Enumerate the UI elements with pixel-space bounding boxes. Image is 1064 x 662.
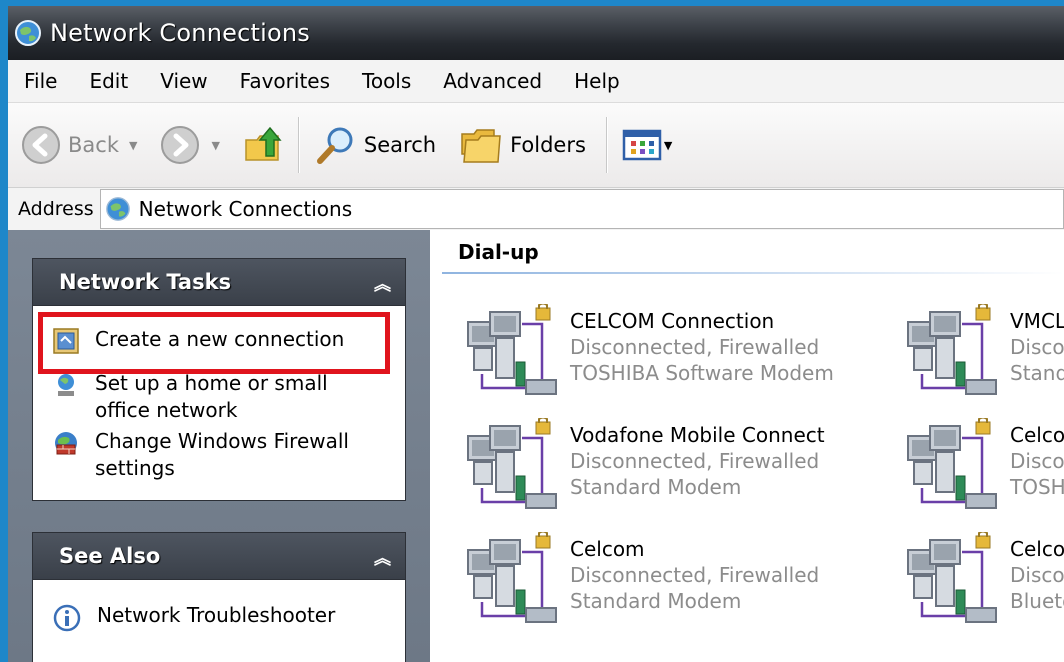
connection-name: Celcol [1010,423,1064,447]
connection-name: CELCOM Connection [570,309,775,333]
connection-name: Vodafone Mobile Connect [570,423,825,447]
address-bar: Address Network Connections [8,188,1064,231]
connection-item[interactable]: Celcol Discor TOSH [900,418,1064,514]
menu-bar: File Edit View Favorites Tools Advanced … [8,60,1064,103]
menu-help[interactable]: Help [558,69,636,93]
connection-item[interactable]: Celcol Discor Blueto [900,532,1064,628]
folders-icon [461,129,501,163]
back-label: Back [68,133,119,157]
task-label: Change Windows Firewall settings [95,429,349,480]
group-divider [442,272,1064,274]
connection-status: Discor [1010,563,1064,587]
see-also-label: Network Troubleshooter [97,603,336,627]
connection-status: Discor [1010,449,1064,473]
task-label: Set up a home or small office network [95,371,328,422]
task-home-network[interactable]: Set up a home or small office network [33,370,373,424]
network-tasks-panel: Network Tasks ︽ Create a new connection [32,258,406,501]
search-button[interactable]: Search [308,115,442,175]
content-area: Network Tasks ︽ Create a new connection [8,230,1064,662]
toolbar: Back ▼ ▼ Search Folders ▼ [8,103,1064,188]
collapse-chevron-icon[interactable]: ︽ [374,544,391,569]
connection-device: Stand [1010,361,1064,385]
network-globe-icon [15,20,41,46]
connection-text: Vodafone Mobile Connect Disconnected, Fi… [570,422,825,514]
network-tasks-title: Network Tasks [59,270,232,294]
connection-status: Disconnected, Firewalled [570,563,820,587]
menu-edit[interactable]: Edit [73,69,144,93]
views-button[interactable]: ▼ [616,115,678,175]
connection-device: TOSH [1010,475,1064,499]
connection-status: Disconnected, Firewalled [570,335,820,359]
connections-pane: Dial-up CELCOM Connection Disconnected, … [430,230,1064,662]
collapse-chevron-icon[interactable]: ︽ [374,270,391,295]
network-globe-icon [105,197,130,221]
connection-item[interactable]: Vodafone Mobile Connect Disconnected, Fi… [460,418,825,514]
info-icon [53,604,81,632]
connection-item[interactable]: CELCOM Connection Disconnected, Firewall… [460,304,834,400]
dial-up-connection-icon [907,532,997,623]
network-tasks-header[interactable]: Network Tasks ︽ [32,258,406,305]
back-button[interactable]: Back ▼ [14,115,153,175]
forward-button[interactable]: ▼ [153,115,235,175]
connection-device: Blueto [1010,589,1064,613]
address-value: Network Connections [138,197,353,221]
connection-text: VMCLi Discor Stand [1010,308,1064,400]
window-title: Network Connections [50,19,310,47]
address-label: Address [18,198,94,220]
dial-up-connection-icon [467,304,557,395]
connection-name: Celcom [570,537,645,561]
connection-text: CELCOM Connection Disconnected, Firewall… [570,308,834,400]
see-also-panel: See Also ︽ Network Troubleshooter [32,532,406,662]
dial-up-connection-icon [907,418,997,509]
home-network-icon [58,374,74,396]
task-pane: Network Tasks ︽ Create a new connection [8,230,430,662]
menu-view[interactable]: View [144,69,223,93]
see-also-header[interactable]: See Also ︽ [32,532,406,579]
group-header-dial-up: Dial-up [458,240,539,264]
task-firewall-settings[interactable]: Change Windows Firewall settings [33,428,373,482]
connection-text: Celcol Discor TOSH [1010,422,1064,514]
dial-up-connection-icon [467,418,557,509]
connection-status: Discor [1010,335,1064,359]
connection-name: Celcol [1010,537,1064,561]
toolbar-separator [605,117,608,173]
menu-advanced[interactable]: Advanced [427,69,558,93]
connection-name: VMCLi [1010,309,1064,333]
connection-device: Standard Modem [570,475,742,499]
views-dropdown-icon[interactable]: ▼ [664,139,672,152]
see-also-body: Network Troubleshooter [32,579,406,662]
search-icon [316,127,353,164]
address-input[interactable]: Network Connections [99,189,1064,229]
connection-text: Celcom Disconnected, Firewalled Standard… [570,536,819,628]
firewall-icon [55,432,77,455]
menu-tools[interactable]: Tools [346,69,427,93]
back-arrow-icon [22,126,60,164]
forward-arrow-icon [161,126,200,164]
dial-up-connection-icon [467,532,557,623]
connection-item[interactable]: VMCLi Discor Stand [900,304,1064,400]
menu-file[interactable]: File [8,69,73,93]
menu-favorites[interactable]: Favorites [224,69,346,93]
connection-item[interactable]: Celcom Disconnected, Firewalled Standard… [460,532,819,628]
dial-up-connection-icon [907,304,997,395]
up-folder-button[interactable] [236,115,290,175]
views-icon [622,129,662,161]
folders-button[interactable]: Folders [452,115,592,175]
connection-device: TOSHIBA Software Modem [570,361,834,385]
forward-dropdown-icon[interactable]: ▼ [211,139,219,152]
back-dropdown-icon[interactable]: ▼ [129,139,137,152]
highlight-box [38,312,390,374]
see-also-title: See Also [59,544,161,568]
search-label: Search [363,133,437,157]
connection-device: Standard Modem [570,589,742,613]
toolbar-separator [297,117,300,173]
folders-label: Folders [510,133,586,157]
network-connections-window: Network Connections File Edit View Favor… [8,6,1064,662]
connection-text: Celcol Discor Blueto [1010,536,1064,628]
up-folder-icon [245,126,282,161]
connection-status: Disconnected, Firewalled [570,449,820,473]
title-bar[interactable]: Network Connections [8,6,1064,60]
see-also-network-troubleshooter[interactable]: Network Troubleshooter [33,602,335,632]
